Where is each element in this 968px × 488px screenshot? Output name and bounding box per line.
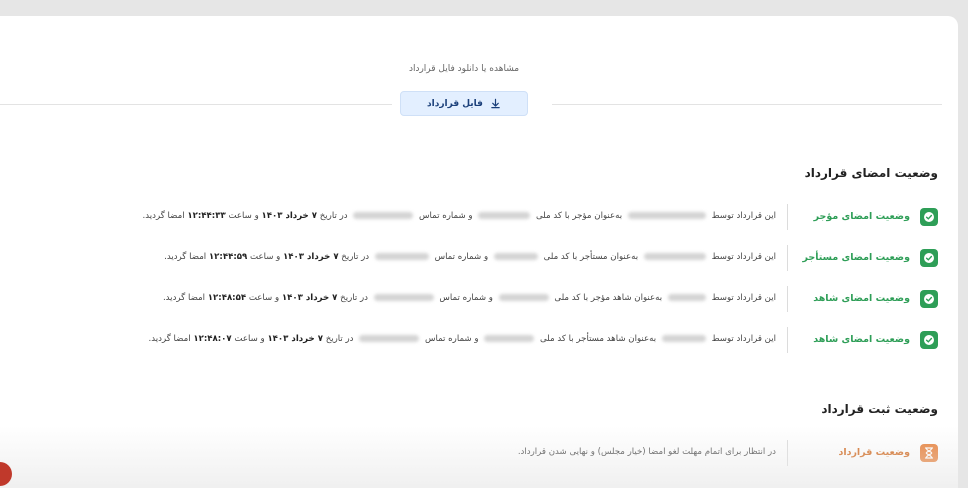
signing-row-tenant: وضعیت امضای مستأجر این قرارداد توسط به‌ع… [0,245,938,271]
check-circle-icon [920,331,938,349]
signing-description: این قرارداد توسط به‌عنوان شاهد مستأجر با… [148,334,777,344]
check-circle-icon [920,290,938,308]
signing-description: این قرارداد توسط به‌عنوان شاهد مؤجر با ک… [162,293,776,303]
redacted-national-id [484,335,535,342]
row-separator [787,245,788,271]
signing-row-witness-landlord: وضعیت امضای شاهد این قرارداد توسط به‌عنو… [0,286,938,312]
signing-status-label: وضعیت امضای شاهد [813,293,910,304]
redacted-name [627,212,706,219]
hourglass-icon [920,444,938,462]
signing-status-label: وضعیت امضای مؤجر [813,211,910,222]
row-separator [787,286,788,312]
redacted-phone [353,212,414,219]
divider-right [552,104,942,105]
signing-description: این قرارداد توسط به‌عنوان مستأجر با کد م… [164,252,776,262]
registration-status-title: وضعیت ثبت قرارداد [821,402,938,416]
divider-left [0,104,392,105]
signing-status-label: وضعیت امضای شاهد [813,334,910,345]
download-arrow-icon [491,98,500,109]
redacted-national-id [493,253,538,260]
redacted-phone [373,294,434,301]
signing-description: این قرارداد توسط به‌عنوان مؤجر با کد ملی… [142,211,776,221]
registration-description: در انتظار برای اتمام مهلت لغو امضا (خیار… [517,447,776,457]
redacted-name [643,253,706,260]
redacted-national-id [478,212,531,219]
row-separator [787,204,788,230]
download-caption: مشاهده یا دانلود فایل قرارداد [408,64,520,74]
download-contract-button[interactable]: فایل قرارداد [400,91,528,116]
signing-status-title: وضعیت امضای قرارداد [804,166,938,180]
registration-status-label: وضعیت قرارداد [838,447,910,458]
download-button-label: فایل قرارداد [427,98,483,109]
signing-row-witness-tenant: وضعیت امضای شاهد این قرارداد توسط به‌عنو… [0,327,938,353]
contract-card: مشاهده یا دانلود فایل قرارداد فایل قرارد… [0,16,958,488]
check-circle-icon [920,208,938,226]
registration-row: وضعیت قرارداد در انتظار برای اتمام مهلت … [0,440,938,466]
signing-status-label: وضعیت امضای مستأجر [802,252,910,263]
redacted-name [667,294,706,301]
redacted-phone [359,335,420,342]
row-separator [787,327,788,353]
redacted-name [661,335,706,342]
signing-row-landlord: وضعیت امضای مؤجر این قرارداد توسط به‌عنو… [0,204,938,230]
redacted-national-id [498,294,549,301]
check-circle-icon [920,249,938,267]
row-separator [787,440,788,466]
redacted-phone [374,253,429,260]
